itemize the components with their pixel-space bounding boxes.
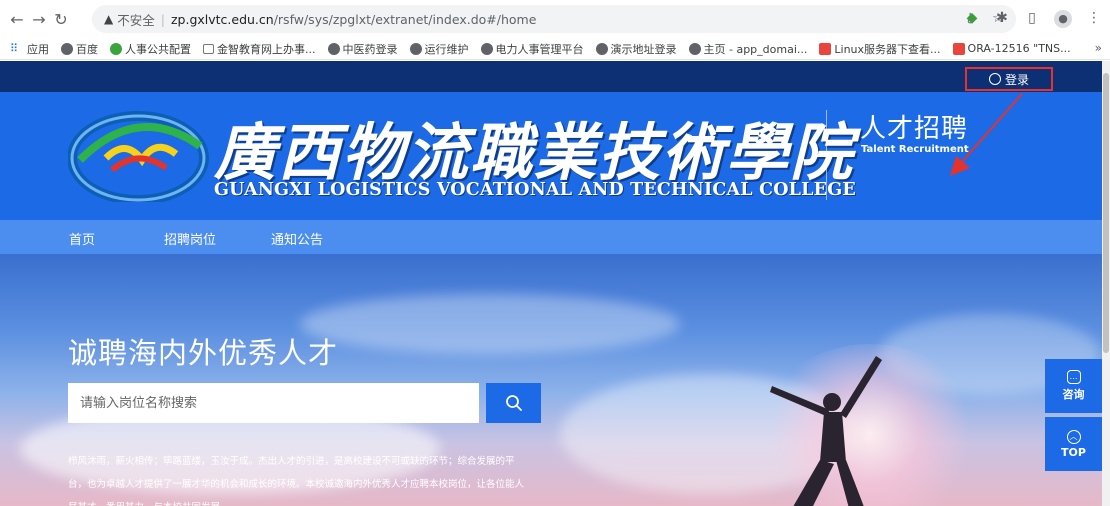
red-c-icon — [952, 42, 965, 55]
login-label: 登录 — [1004, 72, 1029, 87]
extension-diamond-icon[interactable]: ◆ — [964, 10, 980, 26]
nav-item-home[interactable]: 首页 — [69, 229, 96, 257]
chevron-up-icon: ︿ — [1066, 429, 1081, 444]
college-name-chinese: 廣西物流職業技術學院 — [214, 116, 855, 189]
site-top-strip: 登录 — [0, 61, 1102, 92]
side-panel-icon[interactable]: ▯ — [1024, 10, 1040, 26]
bookmark-item[interactable]: 中医药登录 — [327, 41, 398, 57]
address-bar[interactable]: ▲ 不安全 | zp.gxlvtc.edu.cn/rsfw/sys/zpglxt… — [92, 5, 1016, 33]
college-name-english: GUANGXI LOGISTICS VOCATIONAL AND TECHNIC… — [214, 180, 856, 200]
back-arrow-icon[interactable]: ← — [6, 10, 28, 29]
hero-section: 诚聘海内外优秀人才 栉风沐雨，薪火相传；筚路蓝缕，玉汝于成。杰出人才的引进，是高… — [0, 254, 1102, 506]
nav-item-positions[interactable]: 招聘岗位 — [164, 229, 216, 248]
profile-avatar-icon[interactable]: ● — [1054, 10, 1072, 28]
house-icon — [203, 43, 214, 54]
globe-icon — [409, 42, 422, 55]
consult-label: 咨询 — [1062, 388, 1085, 401]
warning-triangle-icon: ▲ — [104, 12, 114, 26]
bookmark-item[interactable]: 电力人事管理平台 — [480, 41, 584, 57]
browser-toolbar: ← → ↻ ▲ 不安全 | zp.gxlvtc.edu.cn/rsfw/sys/… — [0, 0, 1110, 38]
bookmark-item[interactable]: ⠿ 应用 — [10, 41, 49, 57]
globe-icon — [327, 42, 340, 55]
intro-line: 台，也为卓越人才提供了一展才华的机会和成长的环境。本校诚邀海内外优秀人才应聘本校… — [68, 479, 525, 490]
bookmarks-bar: ⠿ 应用 百度 人事公共配置 金智教育网上办事... 中医药登录 运行维护 电力人… — [0, 38, 1110, 60]
main-nav: 首页 招聘岗位 通知公告 — [0, 220, 1102, 257]
consult-button[interactable]: … 咨询 — [1045, 359, 1102, 413]
back-to-top-button[interactable]: ︿ TOP — [1045, 417, 1102, 471]
puzzle-icon[interactable]: ✱ — [994, 10, 1010, 26]
college-logo-icon — [68, 111, 209, 202]
hero-intro: 栉风沐雨，薪火相传；筚路蓝缕，玉汝于成。杰出人才的引进，是高校建设不可或缺的环节… — [68, 450, 548, 506]
reload-icon[interactable]: ↻ — [50, 10, 72, 29]
nav-item-notices[interactable]: 通知公告 — [271, 229, 323, 248]
user-circle-icon — [988, 73, 1001, 85]
page-scrollbar[interactable] — [1102, 61, 1110, 506]
globe-icon — [61, 42, 73, 55]
bookmark-item[interactable]: 金智教育网上办事... — [203, 41, 316, 57]
forward-arrow-icon[interactable]: → — [28, 10, 50, 29]
annotation-arrow-icon — [950, 93, 1023, 176]
url-path: /rsfw/sys/zpglxt/extranet/index.do#/home — [273, 11, 537, 27]
globe-icon — [595, 42, 608, 55]
bookmark-item[interactable]: 主页 - app_domai... — [688, 41, 807, 57]
menu-kebab-icon[interactable]: ⋮ — [1086, 10, 1102, 26]
person-silhouette-icon — [770, 356, 882, 506]
url-separator: | — [160, 11, 165, 27]
hero-title: 诚聘海内外优秀人才 — [68, 336, 339, 370]
bookmark-item[interactable]: 演示地址登录 — [595, 41, 677, 57]
globe-icon — [688, 42, 701, 55]
job-search-input[interactable] — [68, 383, 479, 423]
url-host: zp.gxlvtc.edu.cn — [170, 11, 274, 27]
apps-grid-icon: ⠿ — [10, 41, 19, 55]
search-button[interactable] — [486, 383, 541, 423]
green-leaf-icon — [110, 42, 122, 55]
bookmarks-overflow-button[interactable]: » — [1095, 41, 1102, 55]
globe-icon — [480, 42, 493, 55]
bookmark-item[interactable]: 运行维护 — [409, 41, 469, 57]
scrollbar-thumb[interactable] — [1103, 73, 1109, 353]
search-icon — [505, 395, 522, 411]
insecure-label: 不安全 — [117, 12, 155, 28]
header-divider — [826, 110, 827, 200]
bookmark-item[interactable]: 百度 — [61, 41, 98, 57]
intro-line: 栉风沐雨，薪火相传；筚路蓝缕，玉汝于成。杰出人才的引进，是高校建设不可或缺的环节… — [68, 456, 515, 467]
bookmark-item[interactable]: ORA-12516 "TNS... — [952, 42, 1071, 55]
site-banner: 廣西物流職業技術學院 GUANGXI LOGISTICS VOCATIONAL … — [0, 92, 1102, 220]
intro-line: 尽其才，悉用其力，与本校共同发展。 — [68, 496, 548, 506]
hero-cloud — [300, 294, 680, 354]
bookmark-item[interactable]: Linux服务器下查看... — [819, 41, 941, 57]
red-c-icon — [819, 42, 832, 55]
bookmark-item[interactable]: 人事公共配置 — [110, 41, 191, 57]
chat-bubble-icon: … — [1066, 370, 1081, 384]
top-label: TOP — [1061, 445, 1086, 459]
login-button[interactable]: 登录 — [965, 67, 1053, 91]
